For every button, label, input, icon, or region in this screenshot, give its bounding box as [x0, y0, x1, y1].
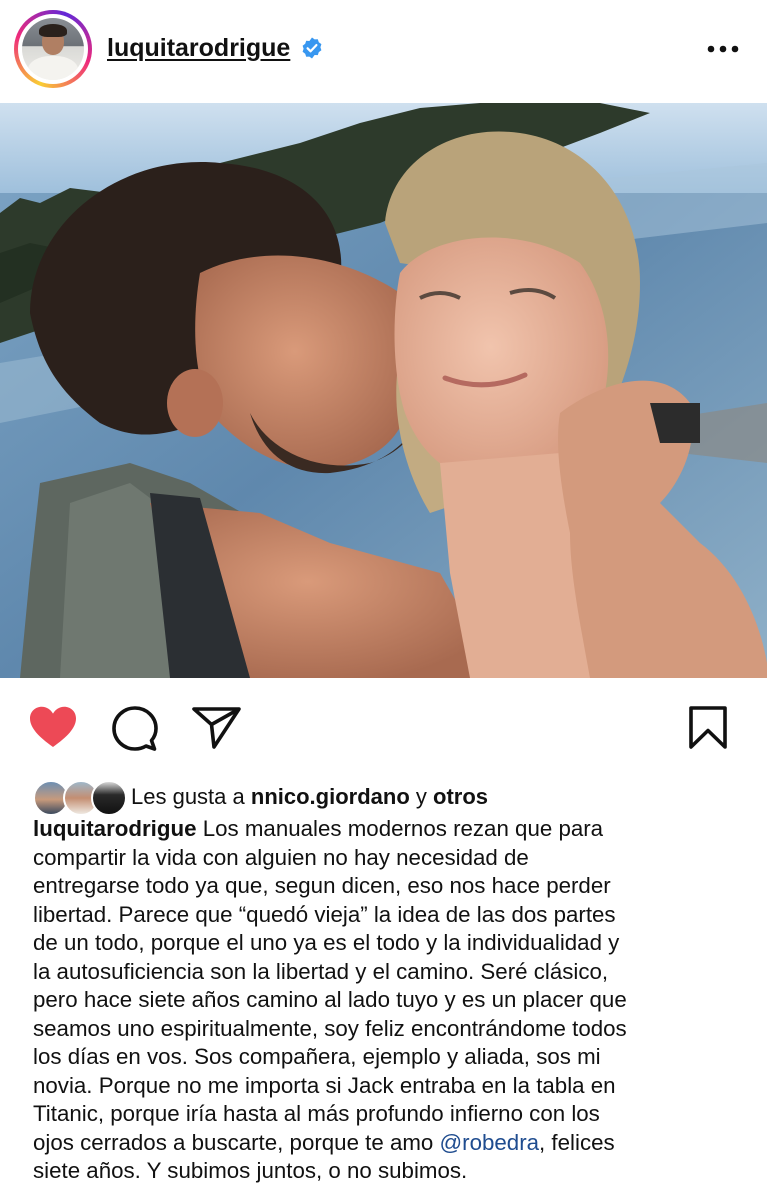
verified-badge-icon [302, 37, 322, 59]
caption-line-2: compartir la vida con alguien no hay nec… [33, 844, 529, 870]
paper-plane-icon[interactable] [192, 706, 242, 750]
liker-avatars [33, 779, 127, 816]
caption-line-3: entregarse todo ya que, segun dicen, eso… [33, 873, 611, 898]
bookmark-icon[interactable] [688, 706, 728, 750]
caption-line-11: Titanic, porque iría hasta al más profun… [33, 1101, 600, 1126]
post-header: luquitarodrigue [0, 0, 767, 103]
caption-line-13: siete años. Y subimos juntos, o no subim… [33, 1158, 468, 1183]
post-caption: luquitarodrigue Los manuales modernos re… [33, 815, 743, 1186]
likes-text: Les gusta a nnico.giordano y otros [131, 784, 488, 810]
liker-avatar-3 [91, 780, 127, 816]
ellipsis-icon[interactable] [703, 34, 743, 64]
post-actions [0, 680, 767, 780]
post-photo[interactable] [0, 103, 767, 678]
likes-joiner: y [415, 784, 427, 809]
caption-line-9: los días en vos. Sos compañera, ejemplo … [33, 1044, 601, 1069]
profile-avatar[interactable] [14, 10, 92, 88]
caption-line-5: de un todo, porque el uno ya es el todo … [33, 930, 620, 955]
caption-username[interactable]: luquitarodrigue [33, 816, 197, 841]
likes-prefix: Les gusta a [131, 784, 245, 809]
caption-line-8: seamos uno espiritualmente, soy feliz en… [33, 1015, 627, 1041]
likes-others[interactable]: otros [433, 784, 488, 809]
caption-line-10: novia. Porque no me importa si Jack entr… [33, 1072, 616, 1098]
caption-line-7: pero hace siete años camino al lado tuyo… [33, 987, 627, 1012]
likes-row[interactable]: Les gusta a nnico.giordano y otros [33, 779, 488, 816]
liker-username[interactable]: nnico.giordano [251, 784, 410, 809]
mention-link[interactable]: @robedra [440, 1130, 540, 1155]
caption-line-12: ojos cerrados a buscarte, porque te amo … [33, 1129, 615, 1155]
post-photo-illustration [0, 103, 767, 678]
post-username[interactable]: luquitarodrigue [107, 34, 290, 63]
heart-filled-icon[interactable] [29, 706, 77, 748]
caption-line-6: la autosuficiencia son la libertad y el … [33, 958, 609, 984]
caption-line-1: luquitarodrigue Los manuales modernos re… [33, 816, 604, 841]
caption-line-4: libertad. Parece que “quedó vieja” la id… [33, 901, 616, 927]
comment-bubble-icon[interactable] [112, 706, 158, 752]
avatar-photo [22, 18, 84, 80]
